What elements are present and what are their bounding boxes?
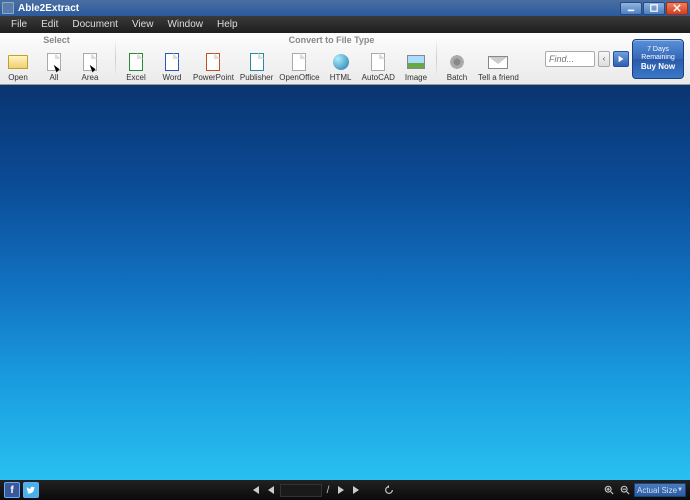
menu-edit[interactable]: Edit bbox=[34, 18, 65, 31]
page-cursor-icon bbox=[43, 53, 65, 71]
menu-window[interactable]: Window bbox=[160, 18, 210, 31]
last-page-button[interactable] bbox=[350, 483, 364, 497]
toolbar-group-select: Select Open All Area bbox=[0, 33, 113, 84]
trial-days: 7 Days bbox=[647, 46, 669, 54]
first-page-button[interactable] bbox=[248, 483, 262, 497]
document-viewport[interactable] bbox=[0, 85, 690, 480]
page-area-icon bbox=[79, 53, 101, 71]
menu-help[interactable]: Help bbox=[210, 18, 245, 31]
maximize-button[interactable] bbox=[643, 2, 665, 15]
menu-file[interactable]: File bbox=[4, 18, 34, 31]
autocad-icon bbox=[367, 53, 389, 71]
find-go-button[interactable] bbox=[613, 51, 629, 67]
publisher-icon bbox=[246, 53, 268, 71]
select-all-button[interactable]: All bbox=[36, 33, 72, 84]
powerpoint-icon bbox=[202, 53, 224, 71]
next-page-button[interactable] bbox=[334, 483, 348, 497]
toolbar: Select Open All Area Convert to File Typ… bbox=[0, 33, 690, 85]
convert-openoffice-button[interactable]: OpenOffice bbox=[276, 33, 322, 84]
menu-view[interactable]: View bbox=[125, 18, 161, 31]
find-box bbox=[545, 51, 595, 67]
menu-document[interactable]: Document bbox=[65, 18, 125, 31]
toolbar-separator bbox=[436, 39, 437, 78]
convert-publisher-button[interactable]: Publisher bbox=[237, 33, 276, 84]
convert-powerpoint-button[interactable]: PowerPoint bbox=[190, 33, 237, 84]
image-icon bbox=[405, 53, 427, 71]
buy-now-button[interactable]: 7 Days Remaining Buy Now bbox=[632, 39, 684, 79]
title-bar: Able2Extract bbox=[0, 0, 690, 16]
zoom-in-button[interactable] bbox=[602, 483, 616, 497]
toolbar-separator bbox=[115, 39, 116, 78]
convert-word-button[interactable]: Word bbox=[154, 33, 190, 84]
zoom-controls: Actual Size ▼ bbox=[602, 483, 686, 497]
menu-bar: File Edit Document View Window Help bbox=[0, 16, 690, 33]
trial-remaining: Remaining bbox=[641, 54, 674, 62]
page-separator: / bbox=[324, 485, 333, 496]
tell-a-friend-button[interactable]: Tell a friend bbox=[475, 33, 522, 84]
twitter-button[interactable] bbox=[23, 482, 39, 498]
zoom-level-label: Actual Size bbox=[637, 486, 677, 495]
convert-excel-button[interactable]: Excel bbox=[118, 33, 154, 84]
close-button[interactable] bbox=[666, 2, 688, 15]
envelope-icon bbox=[487, 53, 509, 71]
toolbar-group-convert: Convert to File Type Excel Word PowerPoi… bbox=[118, 33, 545, 84]
chevron-down-icon: ▼ bbox=[677, 487, 683, 493]
convert-html-button[interactable]: HTML bbox=[323, 33, 359, 84]
convert-image-button[interactable]: Image bbox=[398, 33, 434, 84]
zoom-level-select[interactable]: Actual Size ▼ bbox=[634, 483, 686, 497]
openoffice-icon bbox=[288, 53, 310, 71]
rotate-button[interactable] bbox=[382, 483, 396, 497]
batch-gear-icon bbox=[446, 53, 468, 71]
open-button[interactable]: Open bbox=[0, 33, 36, 84]
prev-page-button[interactable] bbox=[264, 483, 278, 497]
app-title: Able2Extract bbox=[18, 3, 619, 14]
status-bar: f / Actual Size ▼ bbox=[0, 480, 690, 500]
convert-autocad-button[interactable]: AutoCAD bbox=[359, 33, 398, 84]
find-prev-button[interactable]: ‹ bbox=[598, 51, 610, 67]
batch-button[interactable]: Batch bbox=[439, 33, 475, 84]
word-icon bbox=[161, 53, 183, 71]
minimize-button[interactable] bbox=[620, 2, 642, 15]
app-icon bbox=[2, 2, 14, 14]
zoom-out-button[interactable] bbox=[618, 483, 632, 497]
facebook-button[interactable]: f bbox=[4, 482, 20, 498]
folder-open-icon bbox=[7, 53, 29, 71]
select-area-button[interactable]: Area bbox=[72, 33, 108, 84]
page-nav: / bbox=[248, 483, 397, 497]
html-globe-icon bbox=[330, 53, 352, 71]
buy-now-label: Buy Now bbox=[641, 62, 675, 71]
page-number-input[interactable] bbox=[280, 484, 322, 497]
excel-icon bbox=[125, 53, 147, 71]
toolbar-group-right: ‹ 7 Days Remaining Buy Now bbox=[545, 33, 690, 84]
find-input[interactable] bbox=[546, 54, 594, 64]
